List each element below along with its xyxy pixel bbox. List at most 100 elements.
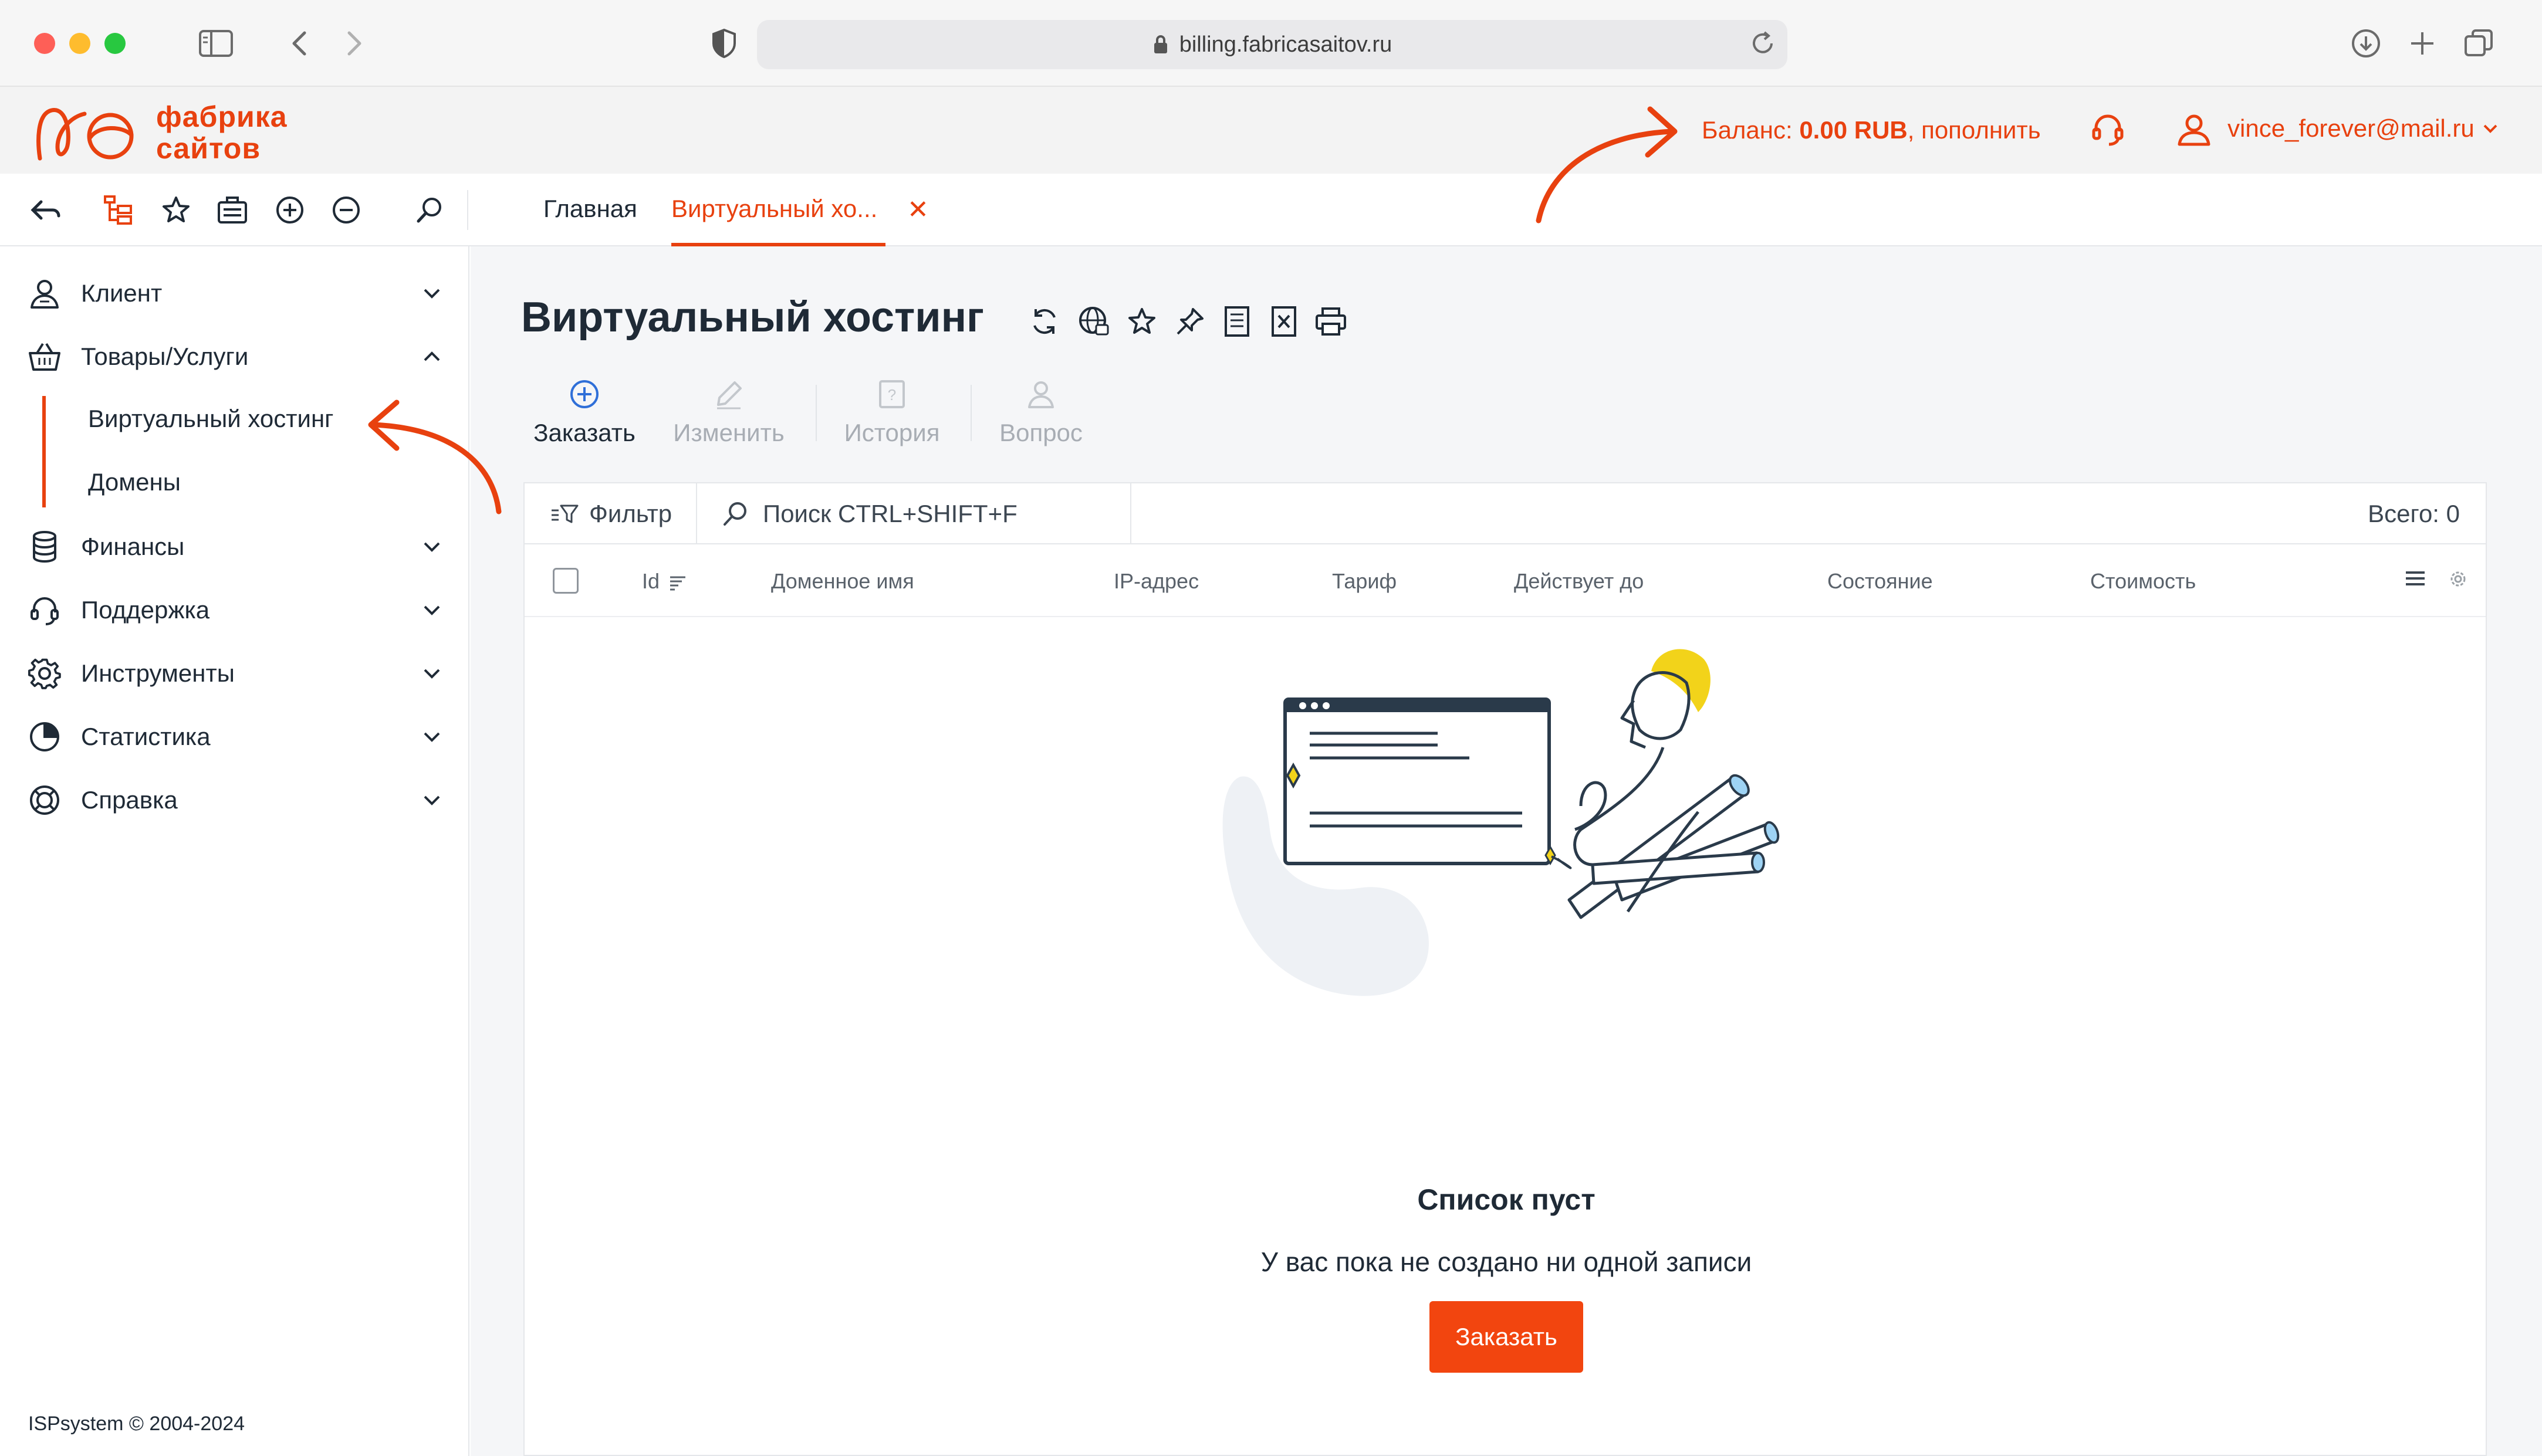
downloads-icon[interactable] xyxy=(2346,23,2386,63)
sidebar-item-label: Статистика xyxy=(81,723,211,750)
svg-text:?: ? xyxy=(888,386,896,404)
collapse-all-minus-icon[interactable] xyxy=(327,191,365,229)
forward-arrow-icon[interactable] xyxy=(334,23,374,63)
question-action[interactable]: Вопрос xyxy=(982,373,1100,447)
chevron-up-icon[interactable] xyxy=(415,340,448,373)
edit-action[interactable]: Изменить xyxy=(670,373,787,447)
column-status[interactable]: Состояние xyxy=(1827,569,1933,594)
gear-icon xyxy=(26,655,63,692)
chevron-down-icon[interactable] xyxy=(415,784,448,817)
tree-structure-icon[interactable] xyxy=(100,191,137,229)
column-id[interactable]: Id xyxy=(642,569,687,594)
address-bar[interactable]: billing.fabricasaitov.ru xyxy=(757,20,1787,69)
new-tab-plus-icon[interactable] xyxy=(2402,23,2442,63)
action-divider xyxy=(971,385,972,441)
sidebar-toggle-icon[interactable] xyxy=(196,23,236,63)
select-all-checkbox[interactable] xyxy=(553,568,579,594)
table-settings-gear-icon[interactable] xyxy=(2449,570,2467,588)
total-count: Всего: 0 xyxy=(2368,500,2460,527)
table-search-input[interactable]: Поиск CTRL+SHIFT+F xyxy=(722,500,1018,528)
balance-label: Баланс: xyxy=(1702,116,1793,144)
sidebar-item-finance[interactable]: Финансы xyxy=(26,523,448,570)
tab-virtual-hosting[interactable]: Виртуальный хо... xyxy=(671,195,886,246)
app-header: фабрика сайтов Баланс: 0.00 RUB, пополни… xyxy=(0,87,2542,174)
empty-state-title: Список пуст xyxy=(1417,1183,1595,1216)
close-window-button[interactable] xyxy=(34,33,55,54)
filter-icon xyxy=(550,502,580,526)
basket-icon xyxy=(26,338,63,375)
order-button[interactable]: Заказать xyxy=(1429,1301,1583,1373)
logo-line2: сайтов xyxy=(156,132,261,165)
column-ip[interactable]: IP-адрес xyxy=(1114,569,1199,594)
url-text: billing.fabricasaitov.ru xyxy=(1179,32,1392,57)
print-icon[interactable] xyxy=(1312,303,1350,340)
sidebar-subitem-virtual-hosting[interactable]: Виртуальный хостинг xyxy=(88,405,334,433)
back-arrow-icon[interactable] xyxy=(279,23,319,63)
columns-menu-icon[interactable] xyxy=(2405,568,2426,589)
tab-overview-icon[interactable] xyxy=(2459,23,2499,63)
action-label: Вопрос xyxy=(999,419,1083,446)
toolbar: Главная Виртуальный хо... ✕ xyxy=(0,174,2542,246)
user-menu[interactable]: vince_forever@mail.ru xyxy=(2176,110,2498,147)
action-label: История xyxy=(844,419,940,446)
briefcase-icon[interactable] xyxy=(214,191,251,229)
chevron-down-icon[interactable] xyxy=(415,720,448,753)
coins-icon xyxy=(26,528,63,566)
pin-icon[interactable] xyxy=(1171,303,1209,340)
export-excel-icon[interactable] xyxy=(1265,303,1303,340)
balance-value: 0.00 RUB xyxy=(1799,116,1908,144)
tab-home[interactable]: Главная xyxy=(543,195,637,246)
table-header: Id Доменное имя IP-адрес Тариф Действует… xyxy=(525,544,2486,617)
close-tab-icon[interactable]: ✕ xyxy=(907,195,929,225)
sidebar-item-tools[interactable]: Инструменты xyxy=(26,650,448,697)
balance-link[interactable]: Баланс: 0.00 RUB, пополнить xyxy=(1702,116,2041,144)
balance-topup-link[interactable]: , пополнить xyxy=(1908,116,2041,144)
star-icon[interactable] xyxy=(157,191,195,229)
menu-search-icon[interactable] xyxy=(411,191,448,229)
column-valid-until[interactable]: Действует до xyxy=(1514,569,1644,594)
filter-divider xyxy=(1130,483,1131,544)
sidebar-item-client[interactable]: Клиент xyxy=(26,270,448,317)
chevron-down-icon[interactable] xyxy=(415,657,448,690)
browser-chrome: billing.fabricasaitov.ru xyxy=(0,0,2542,87)
toolbar-divider xyxy=(467,190,468,230)
refresh-icon[interactable] xyxy=(1026,303,1063,340)
chevron-down-icon xyxy=(2483,123,2498,134)
globe-icon[interactable] xyxy=(1075,303,1113,340)
sidebar-item-statistics[interactable]: Статистика xyxy=(26,713,448,760)
company-logo[interactable]: фабрика сайтов xyxy=(34,101,288,164)
sidebar-item-label: Инструменты xyxy=(81,659,235,687)
chevron-down-icon[interactable] xyxy=(415,594,448,627)
sidebar-item-label: Поддержка xyxy=(81,596,210,624)
plus-circle-icon xyxy=(526,373,643,415)
back-arrow-icon[interactable] xyxy=(27,191,65,229)
action-label: Заказать xyxy=(533,419,636,446)
column-cost[interactable]: Стоимость xyxy=(2090,569,2196,594)
column-domain[interactable]: Доменное имя xyxy=(771,569,914,594)
minimize-window-button[interactable] xyxy=(69,33,90,54)
history-action[interactable]: ? История xyxy=(833,373,951,447)
history-icon: ? xyxy=(833,373,951,415)
user-icon xyxy=(26,275,63,312)
column-tariff[interactable]: Тариф xyxy=(1332,569,1397,594)
sidebar-item-help[interactable]: Справка xyxy=(26,777,448,824)
support-headset-icon[interactable] xyxy=(2089,110,2127,148)
sidebar: Клиент Товары/Услуги Виртуальный хостинг… xyxy=(0,246,469,1456)
reload-icon[interactable] xyxy=(1743,23,1783,63)
sidebar-item-support[interactable]: Поддержка xyxy=(26,587,448,634)
expand-all-plus-icon[interactable] xyxy=(271,191,309,229)
chevron-down-icon[interactable] xyxy=(415,530,448,563)
document-list-icon[interactable] xyxy=(1218,303,1256,340)
filter-button[interactable]: Фильтр xyxy=(550,500,672,528)
star-icon[interactable] xyxy=(1123,303,1161,340)
filter-bar: Фильтр Поиск CTRL+SHIFT+F Всего: 0 xyxy=(525,483,2486,544)
chevron-down-icon[interactable] xyxy=(415,277,448,310)
order-action[interactable]: Заказать xyxy=(526,373,643,447)
action-label: Изменить xyxy=(673,419,785,446)
sidebar-item-products[interactable]: Товары/Услуги xyxy=(26,333,448,380)
logo-mark-icon xyxy=(36,108,134,161)
lock-icon xyxy=(1152,35,1169,55)
sidebar-subitem-domains[interactable]: Домены xyxy=(88,468,181,496)
privacy-shield-icon[interactable] xyxy=(704,23,744,63)
maximize-window-button[interactable] xyxy=(104,33,126,54)
